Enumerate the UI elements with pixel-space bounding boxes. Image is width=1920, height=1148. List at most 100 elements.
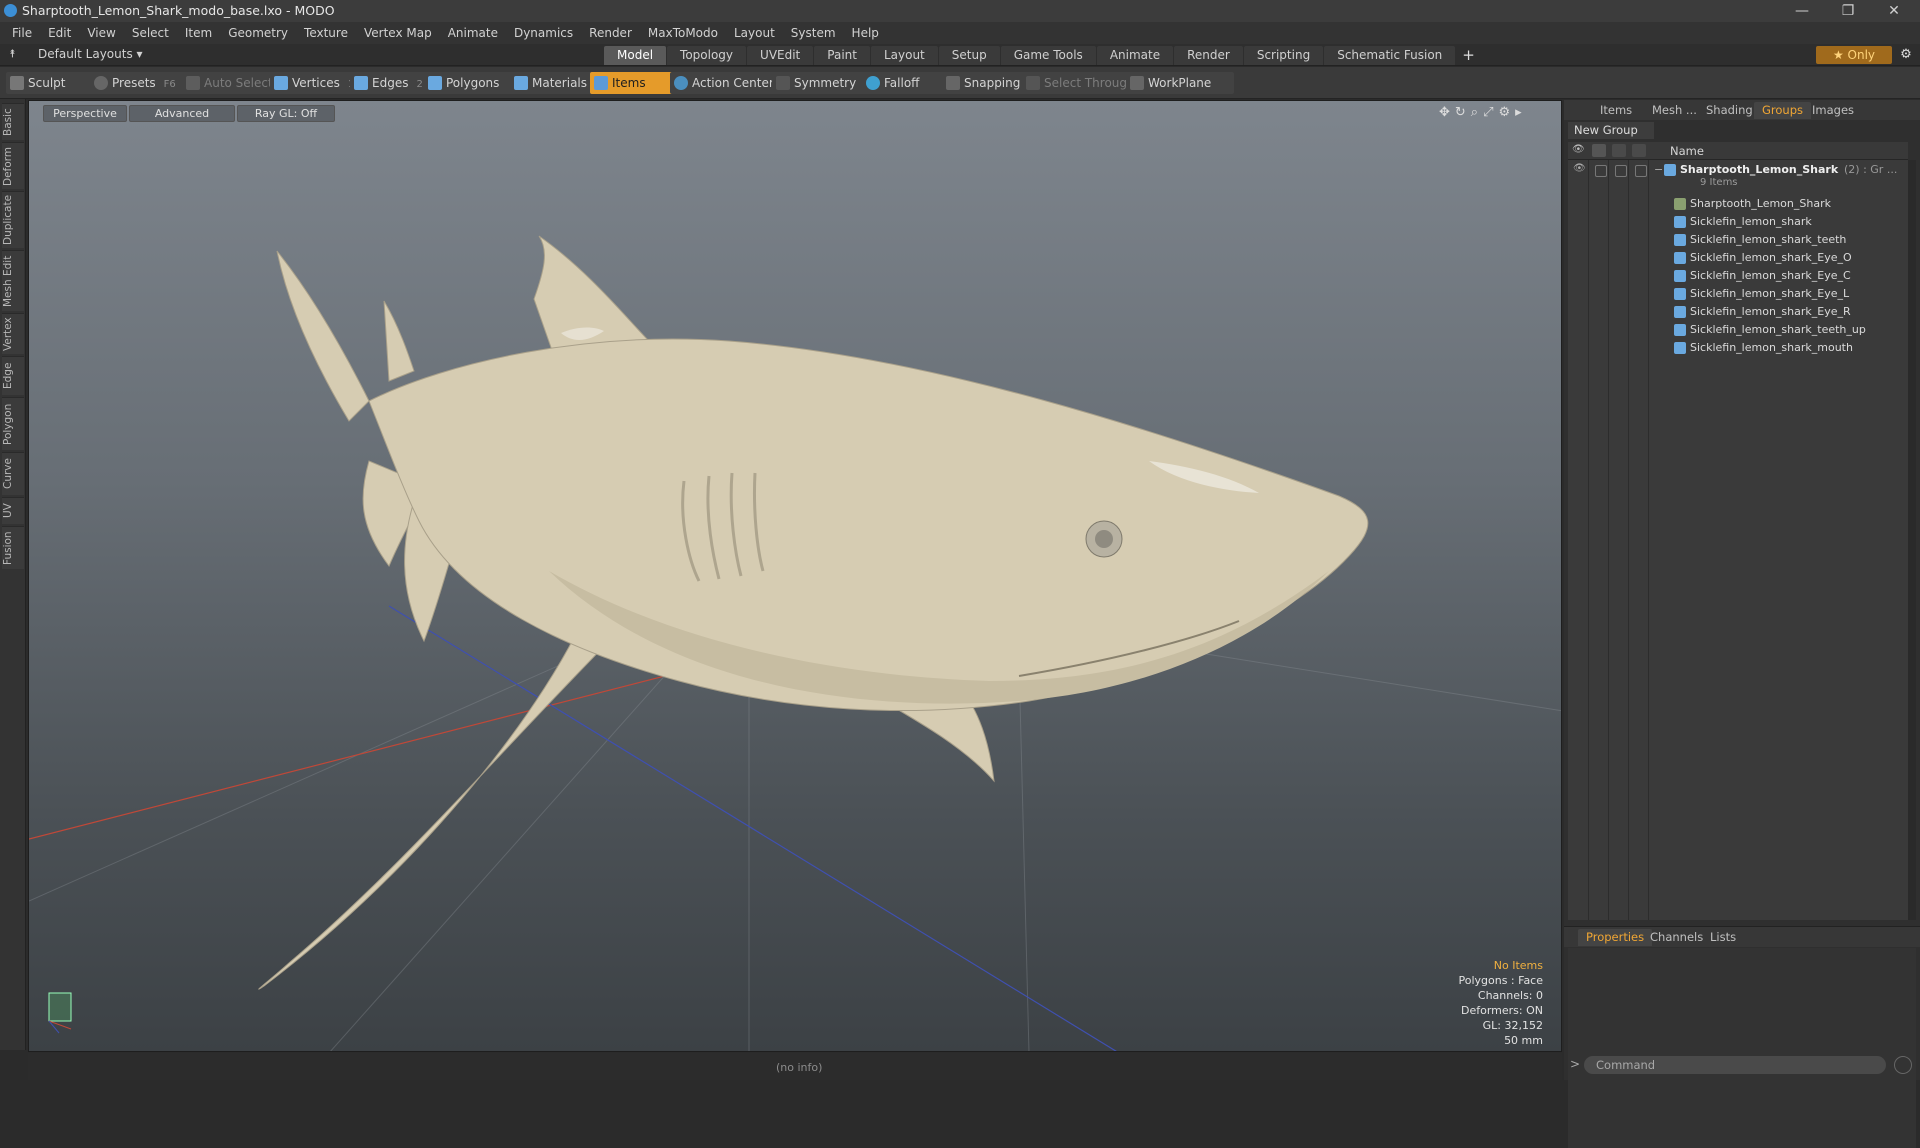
list-item-label: Sicklefin_lemon_shark_teeth bbox=[1690, 233, 1847, 246]
brush-icon bbox=[10, 76, 24, 90]
menu-select[interactable]: Select bbox=[124, 22, 177, 44]
layout-tabs: Model Topology UVEdit Paint Layout Setup Game … bbox=[604, 46, 1475, 65]
group-render-toggle[interactable] bbox=[1595, 165, 1607, 177]
right-tab-mesh[interactable]: Mesh ... bbox=[1644, 102, 1705, 119]
bottom-tab-channels[interactable]: Channels bbox=[1642, 929, 1711, 946]
list-item-label: Sicklefin_lemon_shark_Eye_L bbox=[1690, 287, 1850, 300]
command-input[interactable]: Command bbox=[1584, 1056, 1886, 1074]
left-tab-polygon[interactable]: Polygon bbox=[2, 397, 24, 450]
collapse-icon[interactable]: ⯭ bbox=[9, 47, 16, 61]
3d-viewport[interactable]: Perspective Advanced Ray GL: Off ✥↻⌕⤢⚙▸ bbox=[28, 100, 1562, 1052]
group-lock-toggle[interactable] bbox=[1615, 165, 1627, 177]
tab-scripting[interactable]: Scripting bbox=[1243, 46, 1324, 65]
left-tab-basic[interactable]: Basic bbox=[2, 103, 24, 140]
tab-setup[interactable]: Setup bbox=[938, 46, 1000, 65]
menu-vertex-map[interactable]: Vertex Map bbox=[356, 22, 440, 44]
select-icon[interactable] bbox=[1632, 144, 1646, 157]
tab-model[interactable]: Model bbox=[604, 46, 667, 65]
menu-system[interactable]: System bbox=[783, 22, 844, 44]
right-tab-shading[interactable]: Shading bbox=[1698, 102, 1761, 119]
left-tab-uv[interactable]: UV bbox=[2, 497, 24, 524]
list-item[interactable]: Sharptooth_Lemon_Shark bbox=[1568, 195, 1908, 213]
maximize-button[interactable]: ❐ bbox=[1826, 0, 1870, 22]
title-bar: Sharptooth_Lemon_Shark_modo_base.lxo - M… bbox=[0, 0, 1920, 22]
gear-icon[interactable]: ⚙ bbox=[1896, 46, 1916, 64]
window-title: Sharptooth_Lemon_Shark_modo_base.lxo - M… bbox=[22, 3, 335, 18]
left-tab-duplicate[interactable]: Duplicate bbox=[2, 191, 24, 248]
lock-icon[interactable] bbox=[1612, 144, 1626, 157]
presets-label: Presets bbox=[112, 76, 156, 90]
menu-help[interactable]: Help bbox=[844, 22, 887, 44]
list-item[interactable]: Sicklefin_lemon_shark_Eye_C bbox=[1568, 267, 1908, 285]
menu-file[interactable]: File bbox=[4, 22, 40, 44]
vertices-label: Vertices bbox=[292, 76, 340, 90]
layout-dropdown[interactable]: Default Layouts ▾ bbox=[38, 47, 143, 61]
menu-layout[interactable]: Layout bbox=[726, 22, 783, 44]
name-column-header[interactable]: Name bbox=[1670, 144, 1704, 158]
menu-dynamics[interactable]: Dynamics bbox=[506, 22, 581, 44]
locator-icon bbox=[1674, 198, 1686, 210]
visibility-eye-icon[interactable]: 👁 bbox=[1572, 144, 1586, 157]
left-tab-vertex[interactable]: Vertex bbox=[2, 313, 24, 354]
workplane-button[interactable]: WorkPlane bbox=[1126, 72, 1234, 94]
tab-layout[interactable]: Layout bbox=[870, 46, 938, 65]
group-row[interactable]: 👁 − Sharptooth_Lemon_Shark (2) : Gr ... bbox=[1568, 161, 1908, 179]
right-tab-items[interactable]: Items bbox=[1592, 102, 1640, 119]
menu-animate[interactable]: Animate bbox=[440, 22, 506, 44]
menu-texture[interactable]: Texture bbox=[296, 22, 356, 44]
close-button[interactable]: ✕ bbox=[1872, 0, 1916, 22]
left-tool-tabs: Basic Deform Duplicate Mesh Edit Vertex Edge P… bbox=[0, 99, 26, 1050]
group-select-toggle[interactable] bbox=[1635, 165, 1647, 177]
menu-view[interactable]: View bbox=[79, 22, 123, 44]
menu-render[interactable]: Render bbox=[581, 22, 640, 44]
items-label: Items bbox=[612, 76, 646, 90]
left-tab-mesh-edit[interactable]: Mesh Edit bbox=[2, 250, 24, 311]
tab-paint[interactable]: Paint bbox=[814, 46, 870, 65]
add-tab-icon[interactable]: + bbox=[1462, 46, 1475, 65]
tab-topology[interactable]: Topology bbox=[667, 46, 747, 65]
edges-label: Edges bbox=[372, 76, 409, 90]
menu-geometry[interactable]: Geometry bbox=[220, 22, 296, 44]
group-expand-icon[interactable]: − bbox=[1654, 163, 1663, 176]
workplane-label: WorkPlane bbox=[1148, 76, 1212, 90]
list-item[interactable]: Sicklefin_lemon_shark_teeth bbox=[1568, 231, 1908, 249]
modo-app-icon bbox=[4, 4, 17, 17]
bottom-tab-lists[interactable]: Lists bbox=[1702, 929, 1744, 946]
tab-render[interactable]: Render bbox=[1174, 46, 1243, 65]
new-group-button[interactable]: New Group bbox=[1568, 122, 1654, 139]
item-list-tabs: Items Mesh ... Shading Groups Images bbox=[1564, 100, 1920, 120]
left-tab-edge[interactable]: Edge bbox=[2, 356, 24, 395]
bottom-tab-properties[interactable]: Properties bbox=[1578, 929, 1653, 946]
list-item[interactable]: Sicklefin_lemon_shark_mouth bbox=[1568, 339, 1908, 357]
menu-edit[interactable]: Edit bbox=[40, 22, 79, 44]
left-tab-fusion[interactable]: Fusion bbox=[2, 526, 24, 569]
only-button[interactable]: ★ Only bbox=[1816, 46, 1892, 64]
mesh-icon bbox=[1674, 252, 1686, 264]
tab-game-tools[interactable]: Game Tools bbox=[1000, 46, 1096, 65]
left-tab-deform[interactable]: Deform bbox=[2, 142, 24, 189]
mesh-icon bbox=[1674, 342, 1686, 354]
list-item[interactable]: Sicklefin_lemon_shark_teeth_up bbox=[1568, 321, 1908, 339]
list-item[interactable]: Sicklefin_lemon_shark_Eye_R bbox=[1568, 303, 1908, 321]
shark-model[interactable] bbox=[258, 235, 1369, 990]
tab-uvedit[interactable]: UVEdit bbox=[747, 46, 814, 65]
right-tab-images[interactable]: Images bbox=[1804, 102, 1862, 119]
status-text: (no info) bbox=[776, 1061, 823, 1074]
right-panel: Items Mesh ... Shading Groups Images New Gro… bbox=[1564, 100, 1920, 1148]
list-item[interactable]: Sicklefin_lemon_shark_Eye_O bbox=[1568, 249, 1908, 267]
menu-item[interactable]: Item bbox=[177, 22, 220, 44]
menu-maxtomodo[interactable]: MaxToModo bbox=[640, 22, 726, 44]
tab-animate[interactable]: Animate bbox=[1096, 46, 1174, 65]
left-tab-curve[interactable]: Curve bbox=[2, 452, 24, 495]
tab-schematic-fusion[interactable]: Schematic Fusion bbox=[1324, 46, 1456, 65]
list-item-label: Sicklefin_lemon_shark_Eye_R bbox=[1690, 305, 1851, 318]
list-item-label: Sicklefin_lemon_shark_teeth_up bbox=[1690, 323, 1866, 336]
list-item[interactable]: Sicklefin_lemon_shark_Eye_L bbox=[1568, 285, 1908, 303]
group-visibility-eye-icon[interactable]: 👁 bbox=[1573, 163, 1586, 174]
command-history-icon[interactable] bbox=[1894, 1056, 1912, 1074]
render-icon[interactable] bbox=[1592, 144, 1606, 157]
minimize-button[interactable]: — bbox=[1780, 0, 1824, 22]
right-tab-groups[interactable]: Groups bbox=[1754, 102, 1812, 119]
list-item[interactable]: Sicklefin_lemon_shark bbox=[1568, 213, 1908, 231]
list-scrollbar[interactable] bbox=[1908, 160, 1916, 920]
